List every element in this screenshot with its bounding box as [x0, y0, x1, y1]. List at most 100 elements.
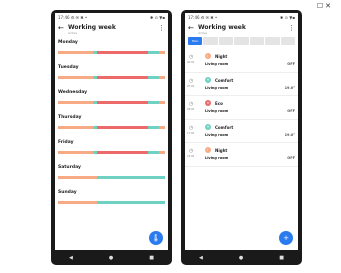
temperature-value: OFF [287, 156, 295, 160]
temperature-value: 19.0° [284, 132, 295, 137]
room-label: Living room [205, 85, 229, 90]
day-tab[interactable] [203, 37, 218, 45]
clock-icon: ◷ [189, 101, 194, 107]
status-bar: 17:46 ⚙ ✉ ✖ • ✱ ⊙ ▼▪ [55, 13, 168, 21]
schedule-segment [147, 126, 159, 129]
schedule-entry[interactable]: ◷ 22:00 ☾ Night Living room OFF [185, 143, 298, 167]
day-row[interactable]: Sunday [55, 186, 168, 211]
day-row[interactable]: Monday [55, 36, 168, 61]
schedule-segment [96, 176, 165, 179]
schedule-segment [158, 51, 165, 54]
schedule-segment [147, 101, 159, 104]
day-tab[interactable]: Mon [188, 37, 203, 45]
schedule-entry[interactable]: ◷ 17:00 ☀ Comfort Living room 19.0° [185, 120, 298, 143]
mode-label: Comfort [215, 77, 234, 83]
more-menu-icon[interactable]: ⋮ [288, 24, 295, 32]
day-row[interactable]: Thursday [55, 111, 168, 136]
temperature-value: 19.0° [284, 85, 295, 90]
schedule-segment [158, 76, 165, 79]
schedule-segment [58, 201, 97, 204]
more-menu-icon[interactable]: ⋮ [158, 24, 165, 32]
schedule-segment [96, 76, 148, 79]
thermometer-fab-button[interactable]: 🌡 [149, 231, 163, 245]
thermometer-icon: 🌡 [151, 234, 161, 242]
day-tab[interactable] [280, 37, 295, 45]
day-tab[interactable] [234, 37, 249, 45]
day-tab[interactable] [218, 37, 234, 45]
room-label: Living room [205, 62, 229, 66]
status-icons: ⚙ ✉ ✖ • [200, 14, 218, 20]
app-bar: ← Working week ⋮ [185, 21, 298, 34]
window-controls[interactable]: ☐✕ [317, 2, 333, 10]
day-row[interactable]: Friday [55, 136, 168, 161]
clock-icon: ◷ [189, 124, 194, 131]
day-name: Wednesday [58, 90, 88, 95]
day-row[interactable]: Tuesday [55, 61, 168, 86]
nav-home-icon[interactable]: ● [239, 255, 243, 261]
entry-time: 00:00 [187, 61, 195, 64]
schedule-entries: ◷ 00:00 ☾ Night Living room OFF ◷ 07:00 ☀ Comfort… [185, 49, 298, 167]
mode-label: Comfort [215, 124, 234, 130]
back-arrow-icon[interactable]: ← [188, 24, 198, 32]
clock-icon: ◷ [189, 54, 194, 60]
day-tab[interactable] [265, 37, 280, 45]
schedule-segment [58, 51, 94, 54]
screen-left: 17:46 ⚙ ✉ ✖ • ✱ ⊙ ▼▪ ← Working week ⋮ Ac… [55, 13, 168, 250]
day-tab[interactable] [249, 37, 265, 45]
back-arrow-icon[interactable]: ← [58, 24, 68, 32]
schedule-segment [58, 76, 94, 79]
mode-label: Night [215, 54, 228, 59]
schedule-segment [96, 101, 148, 104]
schedule-segment [158, 101, 165, 104]
temperature-value: OFF [287, 109, 295, 113]
schedule-entry[interactable]: ◷ 08:00 ✕ Eco Living room OFF [185, 96, 298, 120]
clock-icon: ◷ [189, 77, 194, 84]
schedule-bar [58, 176, 165, 179]
mode-icon: ✕ [205, 100, 211, 106]
mode-icon: ☾ [205, 147, 211, 153]
day-name: Thursday [58, 115, 82, 120]
nav-recent-icon[interactable]: ■ [279, 255, 284, 261]
room-label: Living room [205, 132, 229, 137]
schedule-segment [147, 51, 159, 54]
schedule-segment [96, 151, 148, 154]
nav-back-icon[interactable]: ◀ [69, 255, 73, 261]
nav-home-icon[interactable]: ● [109, 255, 113, 261]
day-row[interactable]: Wednesday [55, 86, 168, 111]
status-time: 17:46 [188, 14, 200, 20]
days-list: Monday Tuesday Wednesday Thursday Friday Satu… [55, 36, 168, 211]
schedule-bar [58, 76, 165, 79]
entry-time: 07:00 [187, 84, 195, 88]
schedule-segment [58, 176, 97, 179]
status-time: 17:46 [58, 14, 70, 20]
status-bar: 17:46 ⚙ ✉ ✖ • ✱ ⊙ ▼▪ [185, 13, 298, 21]
system-nav-bar: ◀ ● ■ [181, 252, 302, 263]
mode-label: Night [215, 148, 228, 153]
entry-time: 22:00 [187, 155, 195, 158]
temperature-value: OFF [287, 62, 295, 66]
entry-time: 08:00 [187, 108, 195, 111]
page-title: Working week [198, 24, 246, 31]
day-row[interactable]: Saturday [55, 161, 168, 186]
nav-back-icon[interactable]: ◀ [199, 255, 203, 261]
schedule-bar [58, 151, 165, 154]
schedule-bar [58, 51, 165, 54]
add-fab-button[interactable]: + [279, 231, 293, 245]
schedule-segment [58, 151, 94, 154]
page-title: Working week [68, 24, 116, 31]
nav-recent-icon[interactable]: ■ [149, 255, 154, 261]
schedule-bar [58, 101, 165, 104]
mode-label: Eco [215, 101, 223, 106]
day-name: Sunday [58, 190, 77, 195]
schedule-entry[interactable]: ◷ 07:00 ☀ Comfort Living room 19.0° [185, 73, 298, 96]
schedule-segment [58, 101, 94, 104]
schedule-segment [158, 151, 165, 154]
plus-icon: + [283, 234, 289, 242]
schedule-segment [158, 126, 165, 129]
day-tabs: Mon [185, 37, 298, 45]
schedule-entry[interactable]: ◷ 00:00 ☾ Night Living room OFF [185, 49, 298, 73]
phone-left: 17:46 ⚙ ✉ ✖ • ✱ ⊙ ▼▪ ← Working week ⋮ Ac… [51, 10, 172, 265]
day-name: Saturday [58, 165, 81, 170]
schedule-segment [96, 201, 165, 204]
schedule-bar [58, 201, 165, 204]
